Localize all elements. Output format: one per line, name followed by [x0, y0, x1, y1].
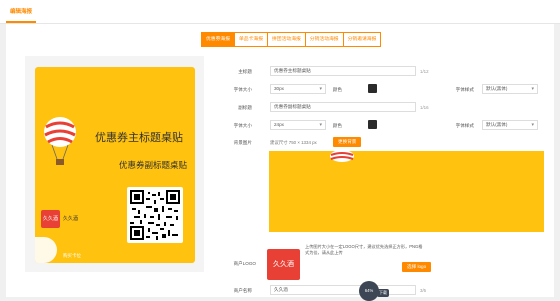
poster-main-title: 优惠券主标题桌贴 [95, 132, 183, 144]
merchant-name-char-count: 3/5 [420, 288, 427, 293]
sub-title-input[interactable]: 优惠券副标题桌贴 [270, 102, 416, 112]
merchant-logo-label: 商户LOGO [233, 261, 256, 266]
editor-panel: 优惠券海报 单品卡海报 拼团活动海报 分销活动海报 分销邀请海报 优惠券主标题桌… [6, 24, 554, 301]
poster-brand-logo: 久久酒 [41, 210, 60, 228]
page-title: 编辑海报 [6, 2, 37, 23]
font-style2-select[interactable]: 默认(黑体) [482, 120, 538, 130]
title-bar: 编辑海报 [0, 0, 560, 24]
main-title-color-swatch[interactable] [368, 84, 377, 93]
tab-coupon-poster[interactable]: 优惠券海报 [201, 32, 235, 47]
background-image-preview [269, 151, 544, 232]
poster-brand-name: 久久酒 [63, 216, 79, 222]
sub-title-label: 副标题 [238, 105, 252, 110]
poster-sub-title: 优惠券副标题桌贴 [119, 160, 188, 170]
balloon-icon [330, 151, 354, 162]
font-size2-label: 字体大小 [233, 123, 252, 128]
font-size-label: 字体大小 [233, 87, 252, 92]
tab-product-card-poster[interactable]: 单品卡海报 [234, 32, 268, 47]
font-style2-label: 字体样式 [455, 123, 474, 128]
merchant-logo-preview: 久久酒 [267, 249, 300, 280]
poster-type-tabs: 优惠券海报 单品卡海报 拼团活动海报 分销活动海报 分销邀请海报 [201, 32, 382, 47]
main-title-input[interactable]: 优惠券主标题桌贴 [270, 66, 416, 76]
poster-preview-area: 优惠券主标题桌贴 优惠券副标题桌贴 久久酒 久久酒 购买卡位 [25, 56, 204, 272]
font-style-select[interactable]: 默认(黑体) [482, 84, 538, 94]
background-hint: 建议尺寸 750 × 1334 px [270, 140, 317, 145]
tab-group-buy-poster[interactable]: 拼团活动海报 [267, 32, 306, 47]
color2-label: 颜色 [332, 123, 342, 128]
merchant-name-input[interactable]: 久久酒 [270, 285, 416, 295]
sub-title-char-count: 1/16 [420, 105, 429, 110]
sub-title-color-swatch[interactable] [368, 120, 377, 129]
qr-code [127, 187, 183, 243]
background-label: 背景图片 [233, 140, 252, 145]
poster-buy-tag: 购买卡位 [63, 253, 81, 258]
select-logo-button[interactable]: 选择 logo [402, 262, 432, 272]
hot-air-balloon-icon [44, 117, 76, 165]
tab-distribution-invite-poster[interactable]: 分销邀请海报 [342, 32, 382, 47]
color-label: 颜色 [332, 87, 342, 92]
floating-badge[interactable]: 下载 [377, 289, 389, 297]
page: 编辑海报 优惠券海报 单品卡海报 拼团活动海报 分销活动海报 分销邀请海报 优惠… [0, 0, 560, 301]
main-title-label: 主标题 [238, 69, 252, 74]
floating-stats-widget[interactable]: 64% [359, 281, 379, 301]
tab-distribution-poster[interactable]: 分销活动海报 [304, 32, 344, 47]
font-style-label: 字体样式 [455, 87, 474, 92]
merchant-name-label: 商户名称 [233, 288, 252, 293]
poster-decoration [35, 237, 57, 263]
change-background-button[interactable]: 更换背景 [333, 137, 362, 147]
poster-preview: 优惠券主标题桌贴 优惠券副标题桌贴 久久酒 久久酒 购买卡位 [35, 67, 195, 263]
main-title-char-count: 1/12 [420, 69, 429, 74]
logo-hint: 上传图片大小在一定LOGO尺寸，建议优先选择正方形，PNG格式为佳，请从此上传 [305, 244, 423, 255]
